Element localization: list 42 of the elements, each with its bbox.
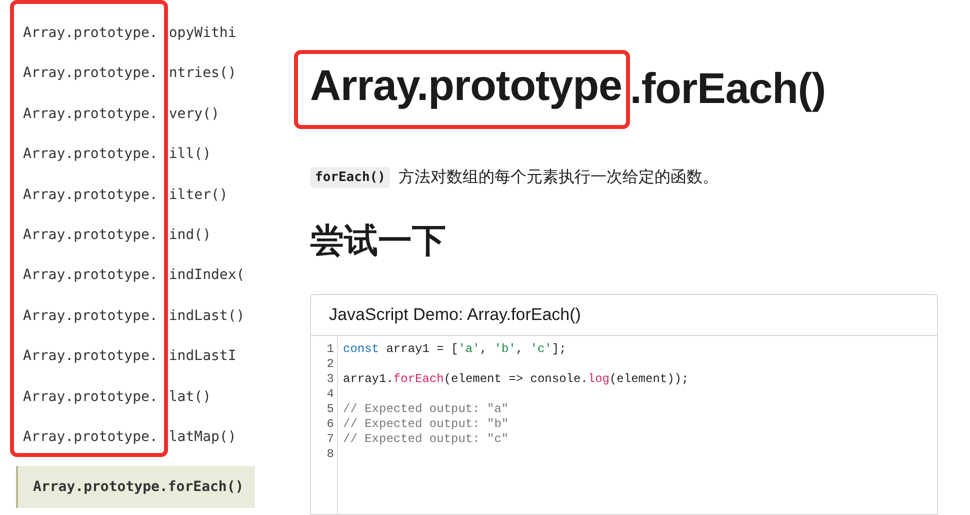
- sidebar-item-name[interactable]: lat(): [168, 388, 212, 405]
- line-number: 8: [326, 447, 335, 462]
- sidebar-item-prefix[interactable]: Array.prototype.: [23, 65, 158, 82]
- line-number: 6: [326, 417, 335, 432]
- sidebar-item-name[interactable]: ilter(): [168, 186, 228, 203]
- sidebar-item-name[interactable]: ill(): [168, 146, 212, 162]
- sidebar-item-prefix[interactable]: Array.prototype.: [23, 428, 158, 445]
- sidebar-item-prefix[interactable]: Array.prototype.: [23, 388, 158, 405]
- code-line: array1.forEach(element => console.log(element));: [343, 372, 689, 387]
- sidebar-item-prefix[interactable]: Array.prototype.: [23, 348, 158, 364]
- sidebar-item-prefix[interactable]: Array.prototype.: [23, 106, 158, 122]
- sidebar-item-name[interactable]: ntries(): [168, 65, 236, 82]
- description-text: 方法对数组的每个元素执行一次给定的函数。: [398, 168, 718, 188]
- line-number: 4: [326, 387, 335, 402]
- inline-code: forEach(): [310, 167, 390, 188]
- sidebar-item-name[interactable]: indLast(): [168, 308, 245, 324]
- sidebar-item-name[interactable]: indIndex(: [168, 267, 245, 284]
- code-line: // Expected output: "c": [343, 432, 510, 447]
- page-title-highlighted: Array.prototype: [310, 62, 622, 110]
- line-number: 3: [326, 372, 335, 387]
- line-number: 7: [326, 432, 335, 447]
- demo-title: JavaScript Demo: Array.forEach(): [311, 295, 937, 336]
- code-line: // Expected output: "b": [343, 417, 510, 432]
- sidebar-item-name[interactable]: indLastI: [168, 348, 236, 364]
- sidebar-item-name[interactable]: very(): [168, 106, 220, 122]
- sidebar-item-prefix[interactable]: Array.prototype.: [23, 308, 158, 324]
- line-number: 1: [326, 342, 335, 357]
- line-number: 2: [326, 357, 335, 372]
- sidebar-item-prefix[interactable]: Array.prototype.: [23, 267, 158, 284]
- sidebar-item[interactable]: Array.prototype.forEach(): [16, 466, 255, 508]
- sidebar-item-name[interactable]: ind(): [168, 226, 212, 243]
- sidebar-item-prefix[interactable]: Array.prototype.: [23, 25, 158, 41]
- sidebar-item-name[interactable]: latMap(): [168, 428, 236, 445]
- line-number: 5: [326, 402, 335, 417]
- sidebar-item-prefix[interactable]: Array.prototype.: [23, 226, 158, 243]
- sidebar-item-name[interactable]: opyWithi: [168, 25, 236, 41]
- sidebar-item-prefix[interactable]: Array.prototype.: [23, 146, 158, 162]
- code-line: const array1 = ['a', 'b', 'c'];: [343, 342, 568, 357]
- section-heading: 尝试一下: [310, 221, 447, 262]
- code-line: // Expected output: "a": [343, 402, 510, 417]
- sidebar-item-prefix[interactable]: Array.prototype.: [23, 186, 158, 203]
- page-title-rest: .forEach(): [630, 65, 826, 114]
